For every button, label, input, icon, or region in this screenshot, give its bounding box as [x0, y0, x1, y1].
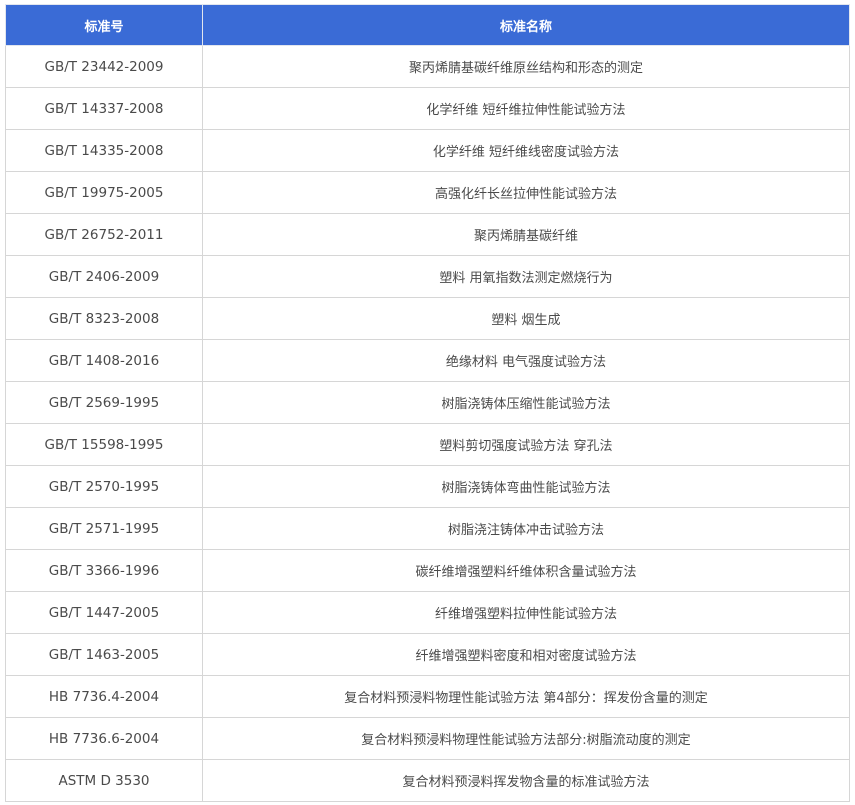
standard-code-cell: GB/T 14335-2008: [5, 129, 203, 172]
standard-code-cell: GB/T 23442-2009: [5, 45, 203, 88]
standard-name-cell: 碳纤维增强塑料纤维体积含量试验方法: [202, 549, 850, 592]
standard-name-cell: 复合材料预浸料挥发物含量的标准试验方法: [202, 759, 850, 802]
standard-name-cell: 树脂浇铸体压缩性能试验方法: [202, 381, 850, 424]
standard-name-cell: 高强化纤长丝拉伸性能试验方法: [202, 171, 850, 214]
standard-name-cell: 塑料 用氧指数法测定燃烧行为: [202, 255, 850, 298]
table-row: GB/T 8323-2008 塑料 烟生成: [5, 297, 850, 340]
standard-code-cell: GB/T 2571-1995: [5, 507, 203, 550]
table-row: GB/T 1408-2016 绝缘材料 电气强度试验方法: [5, 339, 850, 382]
table-row: ASTM D 3530 复合材料预浸料挥发物含量的标准试验方法: [5, 759, 850, 802]
standard-code-cell: GB/T 2406-2009: [5, 255, 203, 298]
table-header: 标准号 标准名称: [5, 4, 850, 46]
standard-code-cell: GB/T 2570-1995: [5, 465, 203, 508]
standard-code-cell: GB/T 3366-1996: [5, 549, 203, 592]
table-row: GB/T 2406-2009 塑料 用氧指数法测定燃烧行为: [5, 255, 850, 298]
standard-code-cell: ASTM D 3530: [5, 759, 203, 802]
table-row: GB/T 14337-2008 化学纤维 短纤维拉伸性能试验方法: [5, 87, 850, 130]
standard-name-cell: 复合材料预浸料物理性能试验方法 第4部分：挥发份含量的测定: [202, 675, 850, 718]
table-row: HB 7736.4-2004 复合材料预浸料物理性能试验方法 第4部分：挥发份含量…: [5, 675, 850, 718]
standard-code-cell: GB/T 19975-2005: [5, 171, 203, 214]
table-row: GB/T 1463-2005 纤维增强塑料密度和相对密度试验方法: [5, 633, 850, 676]
standard-name-cell: 化学纤维 短纤维线密度试验方法: [202, 129, 850, 172]
table-row: GB/T 14335-2008 化学纤维 短纤维线密度试验方法: [5, 129, 850, 172]
standard-code-cell: HB 7736.6-2004: [5, 717, 203, 760]
standards-table-container: 标准号 标准名称 GB/T 23442-2009 聚丙烯腈基碳纤维原丝结构和形态的…: [5, 4, 850, 802]
table-row: GB/T 1447-2005 纤维增强塑料拉伸性能试验方法: [5, 591, 850, 634]
standard-code-cell: GB/T 2569-1995: [5, 381, 203, 424]
standard-code-cell: HB 7736.4-2004: [5, 675, 203, 718]
table-row: GB/T 19975-2005 高强化纤长丝拉伸性能试验方法: [5, 171, 850, 214]
standard-code-cell: GB/T 1447-2005: [5, 591, 203, 634]
standard-name-cell: 绝缘材料 电气强度试验方法: [202, 339, 850, 382]
standard-name-cell: 树脂浇注铸体冲击试验方法: [202, 507, 850, 550]
table-row: HB 7736.6-2004 复合材料预浸料物理性能试验方法部分:树脂流动度的测定: [5, 717, 850, 760]
table-row: GB/T 26752-2011 聚丙烯腈基碳纤维: [5, 213, 850, 256]
table-row: GB/T 2570-1995 树脂浇铸体弯曲性能试验方法: [5, 465, 850, 508]
standard-code-cell: GB/T 14337-2008: [5, 87, 203, 130]
header-standard-code: 标准号: [5, 4, 203, 46]
table-row: GB/T 3366-1996 碳纤维增强塑料纤维体积含量试验方法: [5, 549, 850, 592]
header-standard-name: 标准名称: [202, 4, 850, 46]
table-row: GB/T 15598-1995 塑料剪切强度试验方法 穿孔法: [5, 423, 850, 466]
standard-code-cell: GB/T 8323-2008: [5, 297, 203, 340]
table-body: GB/T 23442-2009 聚丙烯腈基碳纤维原丝结构和形态的测定 GB/T 14…: [5, 45, 850, 802]
standard-name-cell: 纤维增强塑料拉伸性能试验方法: [202, 591, 850, 634]
table-row: GB/T 23442-2009 聚丙烯腈基碳纤维原丝结构和形态的测定: [5, 45, 850, 88]
standards-table: 标准号 标准名称 GB/T 23442-2009 聚丙烯腈基碳纤维原丝结构和形态的…: [5, 4, 850, 802]
table-row: GB/T 2569-1995 树脂浇铸体压缩性能试验方法: [5, 381, 850, 424]
standard-code-cell: GB/T 15598-1995: [5, 423, 203, 466]
standard-name-cell: 纤维增强塑料密度和相对密度试验方法: [202, 633, 850, 676]
header-row: 标准号 标准名称: [5, 4, 850, 46]
standard-code-cell: GB/T 26752-2011: [5, 213, 203, 256]
table-row: GB/T 2571-1995 树脂浇注铸体冲击试验方法: [5, 507, 850, 550]
standard-name-cell: 塑料 烟生成: [202, 297, 850, 340]
standard-name-cell: 聚丙烯腈基碳纤维原丝结构和形态的测定: [202, 45, 850, 88]
standard-name-cell: 塑料剪切强度试验方法 穿孔法: [202, 423, 850, 466]
standard-name-cell: 树脂浇铸体弯曲性能试验方法: [202, 465, 850, 508]
standard-name-cell: 聚丙烯腈基碳纤维: [202, 213, 850, 256]
standard-code-cell: GB/T 1408-2016: [5, 339, 203, 382]
standard-name-cell: 化学纤维 短纤维拉伸性能试验方法: [202, 87, 850, 130]
standard-name-cell: 复合材料预浸料物理性能试验方法部分:树脂流动度的测定: [202, 717, 850, 760]
standard-code-cell: GB/T 1463-2005: [5, 633, 203, 676]
